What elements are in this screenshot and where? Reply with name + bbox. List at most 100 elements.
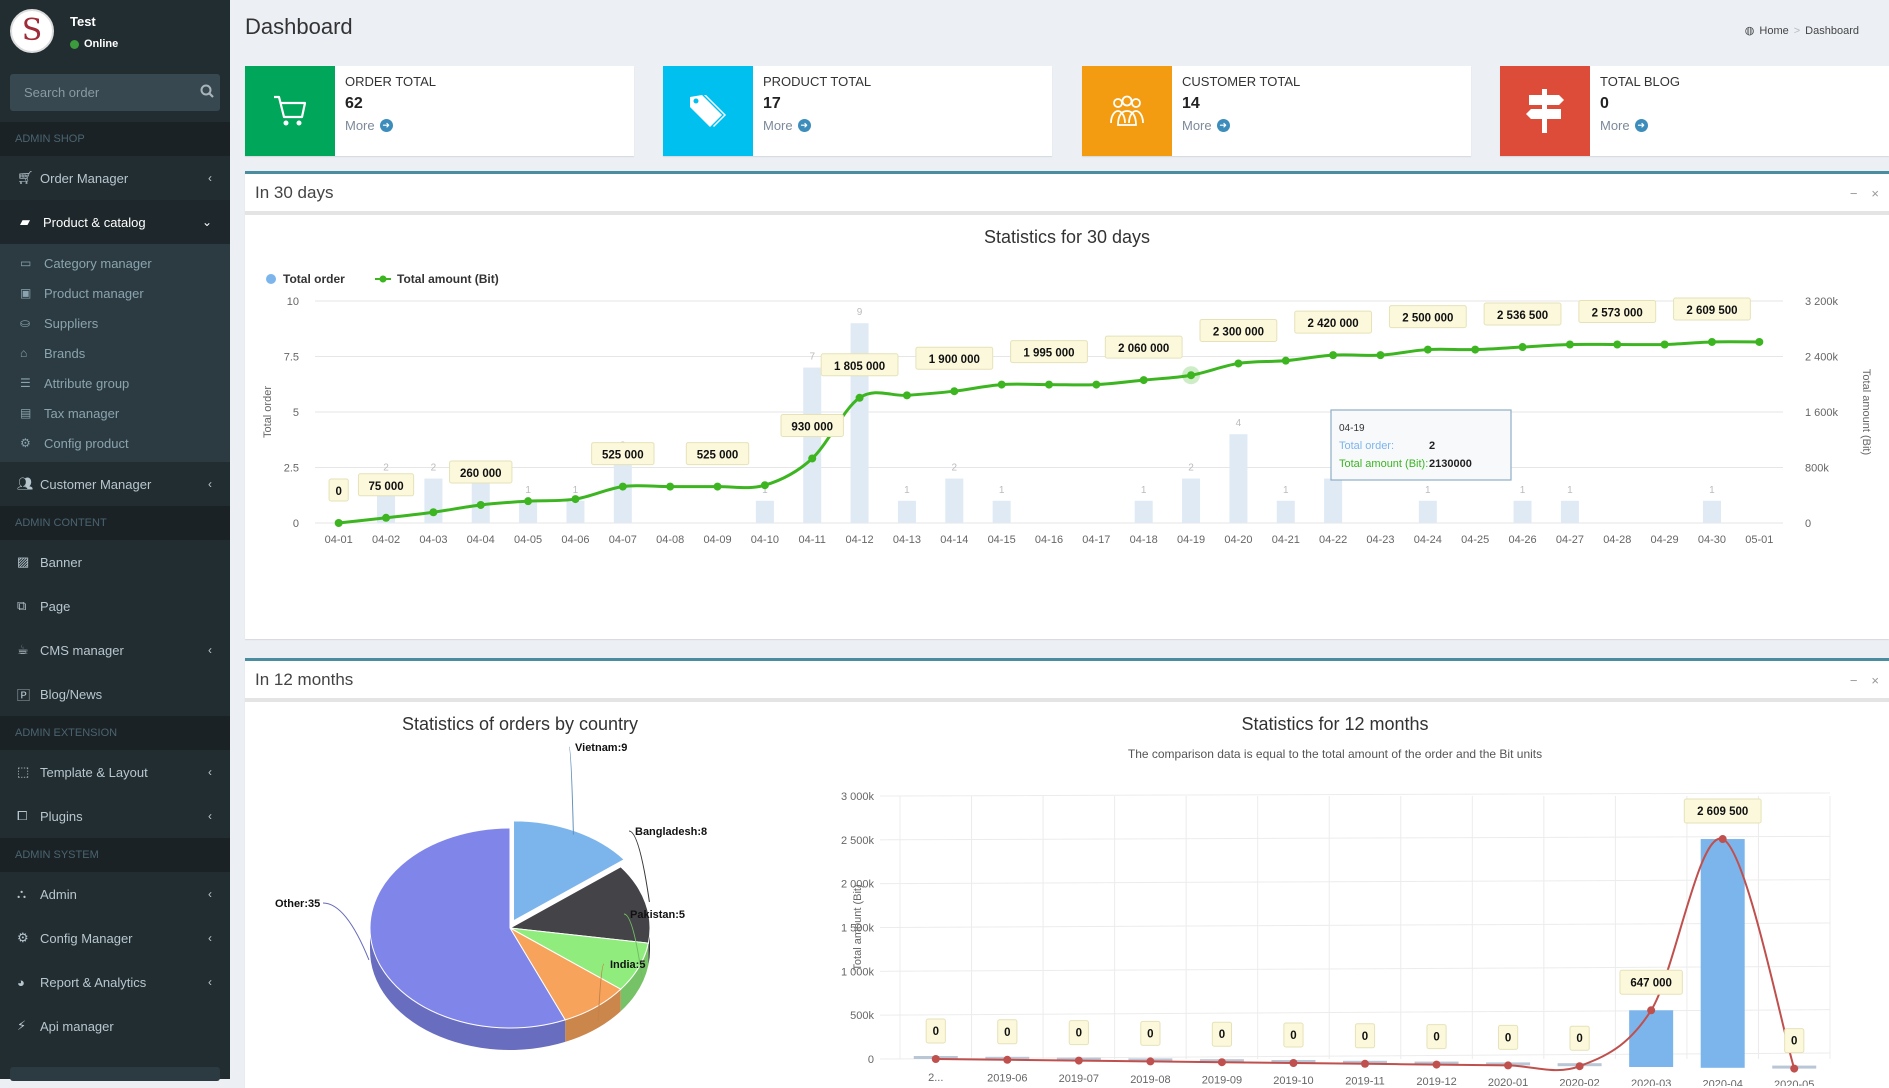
search-icon[interactable] [200,84,214,101]
line-point [931,1055,940,1063]
sidebar-item-customer-manager[interactable]: 👥︎ Customer Manager ‹ [0,462,230,506]
x-tick-label: 04-10 [751,534,779,546]
box-30-days: In 30 days − × Statistics for 30 days Tot… [245,171,1889,639]
bar-total-order [1418,500,1437,523]
sidebar-item-cms-manager[interactable]: ☕︎ CMS manager ‹ [0,628,230,672]
data-label: 0 [335,486,341,498]
line-point [1755,337,1764,346]
x-tick-label: 04-24 [1414,534,1442,546]
puzzle-icon: ⧠ [17,808,28,823]
x-tick-label: 04-28 [1603,534,1631,546]
line-point [1361,1059,1369,1068]
bar-data-label: 7 [809,352,815,363]
sidebar-item-blog-news[interactable]: 🄿 Blog/News [0,672,230,716]
y-axis-title: Total amount (Bit) [852,884,864,970]
info-label: ORDER TOTAL [345,74,437,89]
user-panel: S Test Online [0,0,230,64]
sidebar-item-tax-manager[interactable]: ▤ Tax manager [0,398,230,428]
y-right-axis-title: Total amount (Bit) [1860,369,1872,455]
sidebar-item-config-manager[interactable]: ⚙ Config Manager ‹ [0,916,230,960]
info-value: 17 [763,95,781,112]
more-link[interactable]: More ➜ [1182,118,1300,133]
y-tick-label: 500k [850,1010,874,1022]
bar-data-label: 2 [1188,463,1194,474]
minimize-button[interactable]: − [1850,186,1858,201]
line-point [1289,1059,1298,1067]
sidebar-item-product-manager[interactable]: ▣ Product manager [0,278,230,308]
y-tick-label: 2.5 [284,463,299,475]
chevron-left-icon: ‹ [208,765,212,779]
more-link[interactable]: More ➜ [1600,118,1680,133]
sidebar-item-admin[interactable]: ⛬ Admin ‹ [0,872,230,916]
data-label: 2 500 000 [1402,313,1453,325]
sidebar-item-order-manager[interactable]: 🛒︎ Order Manager ‹ [0,156,230,200]
pie-connector [322,902,370,961]
sidebar-item-plugins[interactable]: ⧠ Plugins ‹ [0,794,230,838]
data-label: 0 [1433,1032,1439,1044]
more-link[interactable]: More ➜ [763,118,871,133]
gridline [879,1009,1831,1016]
sidebar-item-label: Config product [44,435,129,451]
sidebar-item-api-manager[interactable]: ⚡︎ Api manager [0,1004,230,1048]
x-tick-label: 04-11 [799,534,826,546]
data-label: 1 995 000 [1023,348,1074,360]
line-point [1187,371,1196,380]
breadcrumb-home[interactable]: Home [1759,25,1788,37]
data-label: 2 060 000 [1118,343,1169,355]
legend-marker-total-order [266,274,276,284]
sidebar-item-label: Category manager [44,255,152,271]
sidebar-item-page[interactable]: ⧉ Page [0,584,230,628]
pie-label: India:5 [610,959,645,971]
sidebar-item-report-analytics[interactable]: ◕ Report & Analytics ‹ [0,960,230,1004]
tooltip-amount-label: Total amount (Bit): [1339,458,1428,470]
chart-title: Statistics for 12 months [1241,714,1428,734]
bar-total-amount [1629,1010,1674,1067]
chevron-left-icon: ‹ [208,887,212,901]
line-point [1074,1056,1083,1065]
data-label: 0 [1004,1027,1010,1039]
sidebar-item-attribute-group[interactable]: ☰ Attribute group [0,368,230,398]
sidebar-item-suppliers[interactable]: ⛀ Suppliers [0,308,230,338]
image-file-icon: ▣ [20,286,32,300]
sidebar-item-product-catalog[interactable]: ▰ Product & catalog ⌄ [0,200,230,244]
arrow-circle-right-icon: ➜ [1634,119,1648,132]
sidebar-item-category-manager[interactable]: ▭ Category manager [0,248,230,278]
search-input[interactable] [24,85,200,100]
x-tick-label: 04-03 [419,534,447,546]
minimize-button[interactable]: − [1850,673,1858,688]
info-box-product-total: PRODUCT TOTAL 17 More ➜ [663,66,1052,156]
line-point [855,393,864,402]
bar-data-label: 1 [1709,485,1715,496]
x-tick-label: 2... [928,1072,943,1084]
line-point [1045,380,1053,389]
sidebar-item-label: Attribute group [44,375,130,391]
sidebar-item-config-product[interactable]: ⚙ Config product [0,428,230,458]
y-tick-label: 5 [293,407,299,419]
x-tick-label: 2019-11 [1345,1076,1385,1086]
sidebar-item-brands[interactable]: ⌂ Brands [0,338,230,368]
nav-header-admin-shop: ADMIN SHOP [0,122,230,156]
close-button[interactable]: × [1871,673,1879,688]
sidebar-item-template-layout[interactable]: ⬚ Template & Layout ‹ [0,750,230,794]
x-tick-label: 04-27 [1556,534,1584,546]
box-title: In 12 months [255,669,354,689]
more-link[interactable]: More ➜ [345,118,436,133]
data-label: 2 536 500 [1497,310,1548,322]
box-header: In 12 months − × [245,661,1889,702]
x-tick-label: 2019-08 [1130,1074,1170,1086]
chart-12-months: Statistics for 12 months The comparison d… [841,714,1831,1086]
bar-total-order [471,478,490,523]
line-total-amount [338,340,1760,525]
pie-label: Other:35 [275,898,320,910]
avatar[interactable]: S [10,9,54,53]
x-tick-label: 04-26 [1508,534,1536,546]
sidebar-item-banner[interactable]: ▨ Banner [0,540,230,584]
bar-data-label: 1 [1520,485,1526,496]
line-point [760,481,769,490]
close-button[interactable]: × [1871,186,1879,201]
box-tools: − × [1850,673,1879,688]
legend-marker-dot [379,275,387,283]
x-tick-label: 2020-04 [1703,1079,1743,1086]
chevron-left-icon: ‹ [208,171,212,185]
line-point [476,500,485,509]
